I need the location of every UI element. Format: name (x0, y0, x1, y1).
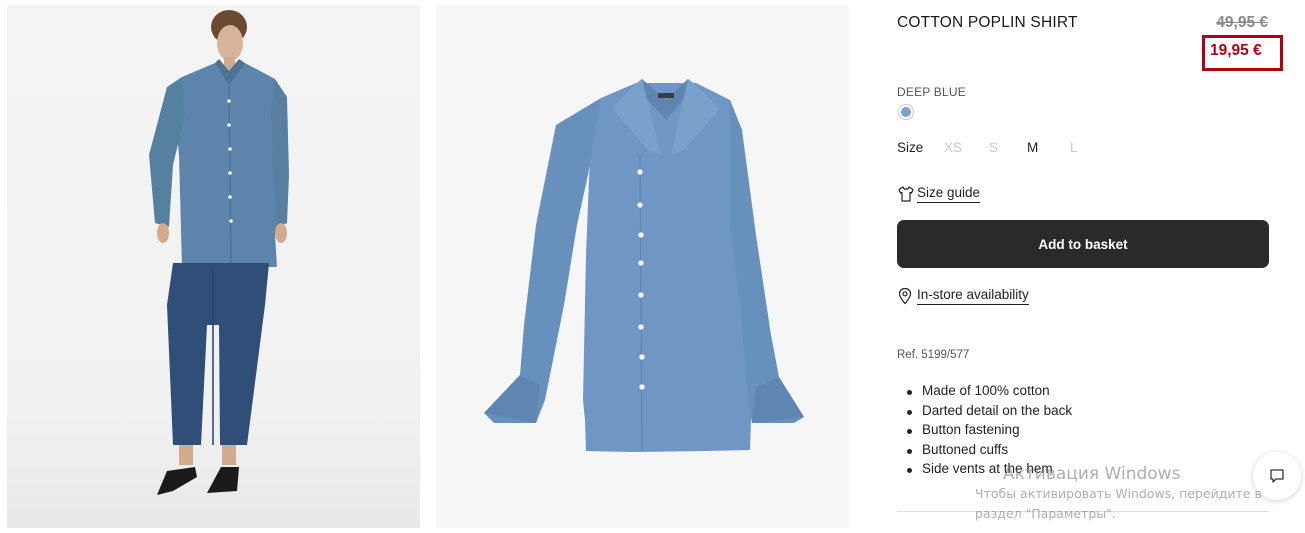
model-illustration (149, 10, 289, 495)
old-price: 49,95 € (1216, 14, 1268, 31)
product-photo-flat[interactable] (436, 5, 849, 528)
size-option-s[interactable]: S (989, 140, 998, 155)
in-store-availability-link[interactable]: In-store availability (897, 286, 1029, 306)
color-swatch-deep-blue[interactable] (898, 104, 914, 120)
color-name: DEEP BLUE (897, 85, 966, 99)
product-info-panel: COTTON POPLIN SHIRT 49,95 € 19,95 € DEEP… (897, 0, 1283, 533)
feature-item: Button fastening (907, 420, 1072, 440)
product-reference: Ref. 5199/577 (897, 349, 970, 361)
chat-button[interactable] (1253, 452, 1301, 500)
size-option-l[interactable]: L (1070, 140, 1078, 155)
size-label: Size (897, 140, 924, 155)
shirt-illustration (484, 79, 804, 452)
size-option-xs[interactable]: XS (944, 140, 962, 155)
size-guide-label[interactable]: Size guide (917, 185, 981, 203)
add-to-basket-button[interactable]: Add to basket (897, 220, 1269, 268)
sale-price: 19,95 € (1210, 42, 1262, 59)
tshirt-icon (898, 186, 914, 202)
section-divider (897, 511, 1269, 512)
in-store-availability-label[interactable]: In-store availability (917, 287, 1029, 305)
sale-price-highlight: 19,95 € (1202, 35, 1283, 71)
feature-item: Side vents at the hem (907, 459, 1072, 479)
size-option-m[interactable]: M (1027, 140, 1038, 155)
feature-item: Darted detail on the back (907, 401, 1072, 421)
feature-list: Made of 100% cotton Darted detail on the… (907, 381, 1072, 479)
feature-item: Buttoned cuffs (907, 440, 1072, 460)
size-guide-link[interactable]: Size guide (897, 184, 981, 204)
product-photo-model[interactable] (7, 5, 420, 528)
location-pin-icon (898, 287, 912, 305)
chat-icon (1270, 469, 1284, 483)
product-title: COTTON POPLIN SHIRT (897, 14, 1078, 31)
feature-item: Made of 100% cotton (907, 381, 1072, 401)
